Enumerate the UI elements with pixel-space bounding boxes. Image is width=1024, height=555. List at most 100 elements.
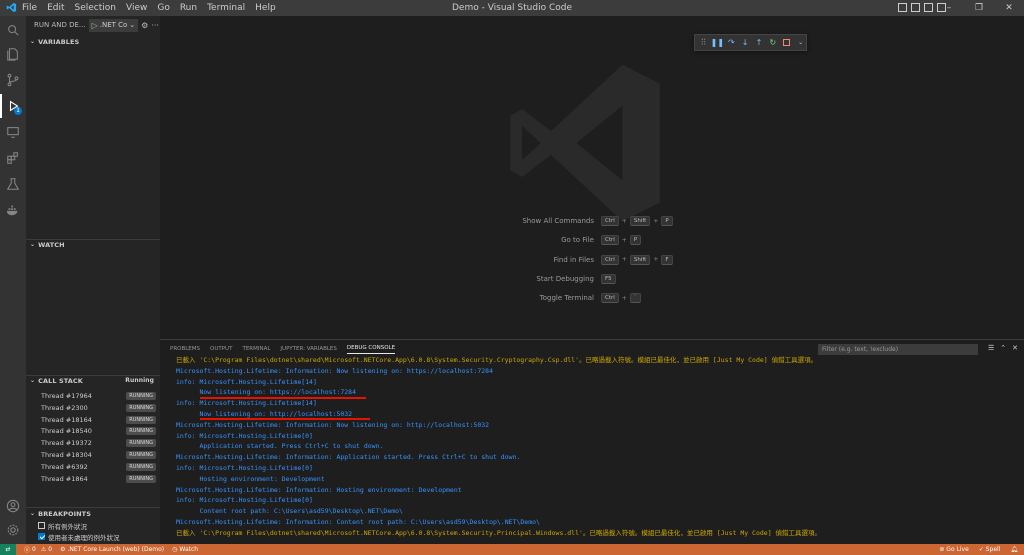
thread-status-badge: RUNNING — [126, 415, 156, 424]
pause-icon[interactable]: ❚❚ — [711, 37, 724, 48]
toggle-panel-icon[interactable] — [911, 3, 920, 12]
plus-separator: + — [653, 256, 659, 264]
variables-section-header[interactable]: ⌄ VARIABLES — [26, 35, 160, 48]
status-right: ⊚ Go Live ✓ Spell 🔔︎ — [939, 544, 1018, 555]
watch-status[interactable]: ◷ Watch — [172, 546, 198, 553]
launch-label: .NET Core Launch (web) (Demo) — [67, 546, 165, 553]
thread-name: Thread #1864 — [41, 474, 88, 483]
thread-status-badge: RUNNING — [126, 439, 156, 448]
settings-gear-icon[interactable]: ⚙ — [141, 21, 148, 30]
menu-view[interactable]: View — [126, 0, 147, 16]
callstack-thread[interactable]: Thread #17964 RUNNING — [26, 390, 160, 402]
run-debug-icon[interactable]: 1 — [0, 94, 26, 118]
toggle-sidebar-icon[interactable] — [898, 3, 907, 12]
variables-title: VARIABLES — [38, 37, 80, 46]
console-line: info: Microsoft.Hosting.Lifetime[0] — [176, 463, 313, 472]
callstack-thread[interactable]: Thread #19372 RUNNING — [26, 437, 160, 449]
clear-console-icon[interactable]: ☰ — [988, 344, 994, 352]
maximize-panel-icon[interactable]: ⌃ — [1000, 344, 1006, 352]
tab-terminal[interactable]: TERMINAL — [242, 346, 270, 352]
breakpoints-section-header[interactable]: ⌄ BREAKPOINTS — [26, 507, 160, 520]
menu-edit[interactable]: Edit — [47, 0, 64, 16]
remote-explorer-icon[interactable] — [0, 120, 26, 144]
chevron-down-icon: ⌄ — [30, 510, 36, 517]
warning-icon: ⚠ — [40, 546, 47, 553]
console-line: Content root path: C:\Users\asd59\Deskto… — [176, 507, 403, 516]
thread-name: Thread #2300 — [41, 403, 88, 412]
launch-config-name: .NET Co — [99, 21, 128, 29]
editor-area: ⠿ ❚❚ ↷ ↓ ↑ ↻ ⌄ Show All Commands Ctrl + Shi… — [160, 16, 1024, 339]
menu-selection[interactable]: Selection — [75, 0, 116, 16]
shortcut-hint: Go to File — [460, 234, 594, 246]
testing-icon[interactable] — [0, 172, 26, 196]
go-live-button[interactable]: ⊚ Go Live — [939, 546, 968, 553]
manage-gear-icon[interactable] — [0, 518, 26, 542]
close-button[interactable]: ✕ — [994, 0, 1024, 16]
breakpoint-user-unhandled[interactable]: 使用者未處理的例外狀況 — [26, 531, 160, 542]
callstack-thread[interactable]: Thread #18304 RUNNING — [26, 449, 160, 461]
stop-icon[interactable] — [781, 37, 792, 48]
callstack-thread[interactable]: Thread #1864 RUNNING — [26, 473, 160, 485]
activity-bar: 1 — [0, 16, 26, 544]
explorer-icon[interactable] — [0, 18, 26, 42]
launch-status[interactable]: ⚙ .NET Core Launch (web) (Demo) — [60, 546, 164, 553]
restart-icon[interactable]: ↻ — [767, 37, 778, 48]
docker-icon[interactable] — [0, 198, 26, 222]
menu-file[interactable]: File — [22, 0, 37, 16]
thread-name: Thread #6392 — [41, 462, 88, 471]
drag-handle-icon[interactable]: ⠿ — [698, 37, 709, 48]
start-debugging-icon[interactable]: ▷ — [92, 21, 98, 30]
step-over-icon[interactable]: ↷ — [726, 37, 737, 48]
thread-name: Thread #17964 — [41, 392, 92, 400]
toggle-secondary-sidebar-icon[interactable] — [924, 3, 933, 12]
callstack-thread[interactable]: Thread #18540 RUNNING — [26, 425, 160, 437]
thread-status-badge: RUNNING — [126, 392, 156, 400]
step-out-icon[interactable]: ↑ — [754, 37, 765, 48]
callstack-thread[interactable]: Thread #6392 RUNNING — [26, 461, 160, 473]
chevron-down-icon[interactable]: ⌄ — [795, 37, 806, 48]
menu-run[interactable]: Run — [180, 0, 197, 16]
launch-config-select[interactable]: ▷ .NET Co ⌄ — [88, 18, 139, 32]
tab-output[interactable]: OUTPUT — [210, 346, 232, 352]
spell-button[interactable]: ✓ Spell — [979, 546, 1001, 553]
status-bar: ⇄ ⓧ 0 ⚠ 0 ⚙ .NET Core Launch (web) (Demo… — [0, 544, 1024, 555]
thread-status-badge: RUNNING — [126, 403, 156, 412]
checkbox[interactable] — [38, 522, 45, 529]
breakpoint-all-exceptions[interactable]: 所有例外狀況 — [26, 520, 160, 531]
minimize-button[interactable]: – — [934, 0, 964, 16]
notifications-bell-icon[interactable]: 🔔︎ — [1010, 546, 1018, 553]
watch-section-header[interactable]: ⌄ WATCH — [26, 238, 160, 251]
callstack-thread[interactable]: Thread #18164 RUNNING — [26, 414, 160, 426]
callstack-title: CALL STACK — [38, 376, 83, 385]
menu-go[interactable]: Go — [157, 0, 169, 16]
tab-debug-console[interactable]: DEBUG CONSOLE — [346, 345, 396, 354]
keybinding-key: F — [661, 254, 673, 265]
extensions-icon[interactable] — [0, 146, 26, 170]
console-filter-input[interactable]: Filter (e.g. text, !exclude) — [818, 344, 978, 355]
console-line: Microsoft.Hosting.Lifetime: Information:… — [176, 453, 521, 462]
callstack-thread[interactable]: Thread #2300 RUNNING — [26, 402, 160, 414]
accounts-icon[interactable] — [0, 494, 26, 518]
thread-name: Thread #18164 — [41, 415, 92, 424]
restore-button[interactable]: ❐ — [964, 0, 994, 16]
clock-icon: ◷ — [172, 546, 178, 553]
close-panel-icon[interactable]: ✕ — [1012, 344, 1018, 352]
remote-indicator-icon[interactable]: ⇄ — [0, 544, 16, 555]
source-control-icon[interactable] — [0, 68, 26, 92]
callstack-section-header[interactable]: ⌄ CALL STACK Running — [26, 374, 160, 387]
step-into-icon[interactable]: ↓ — [740, 37, 751, 48]
keybinding-key: Ctrl — [601, 254, 619, 265]
thread-status-badge: RUNNING — [126, 462, 156, 471]
menu-help[interactable]: Help — [255, 0, 276, 16]
tab-problems[interactable]: PROBLEMS — [170, 346, 200, 352]
menu-terminal[interactable]: Terminal — [207, 0, 245, 16]
tab-jupyter-variables[interactable]: JUPYTER: VARIABLES — [280, 346, 336, 352]
thread-status-badge: RUNNING — [126, 427, 156, 436]
console-line: 已載入 'C:\Program Files\dotnet\shared\Micr… — [176, 356, 818, 364]
more-actions-icon[interactable]: ··· — [151, 21, 159, 30]
checkbox-checked[interactable] — [38, 533, 45, 540]
console-line: info: Microsoft.Hosting.Lifetime[0] — [176, 496, 313, 505]
chevron-down-icon: ⌄ — [30, 377, 36, 384]
problems-status[interactable]: ⓧ 0 ⚠ 0 — [24, 545, 52, 554]
files-icon[interactable] — [0, 42, 26, 66]
